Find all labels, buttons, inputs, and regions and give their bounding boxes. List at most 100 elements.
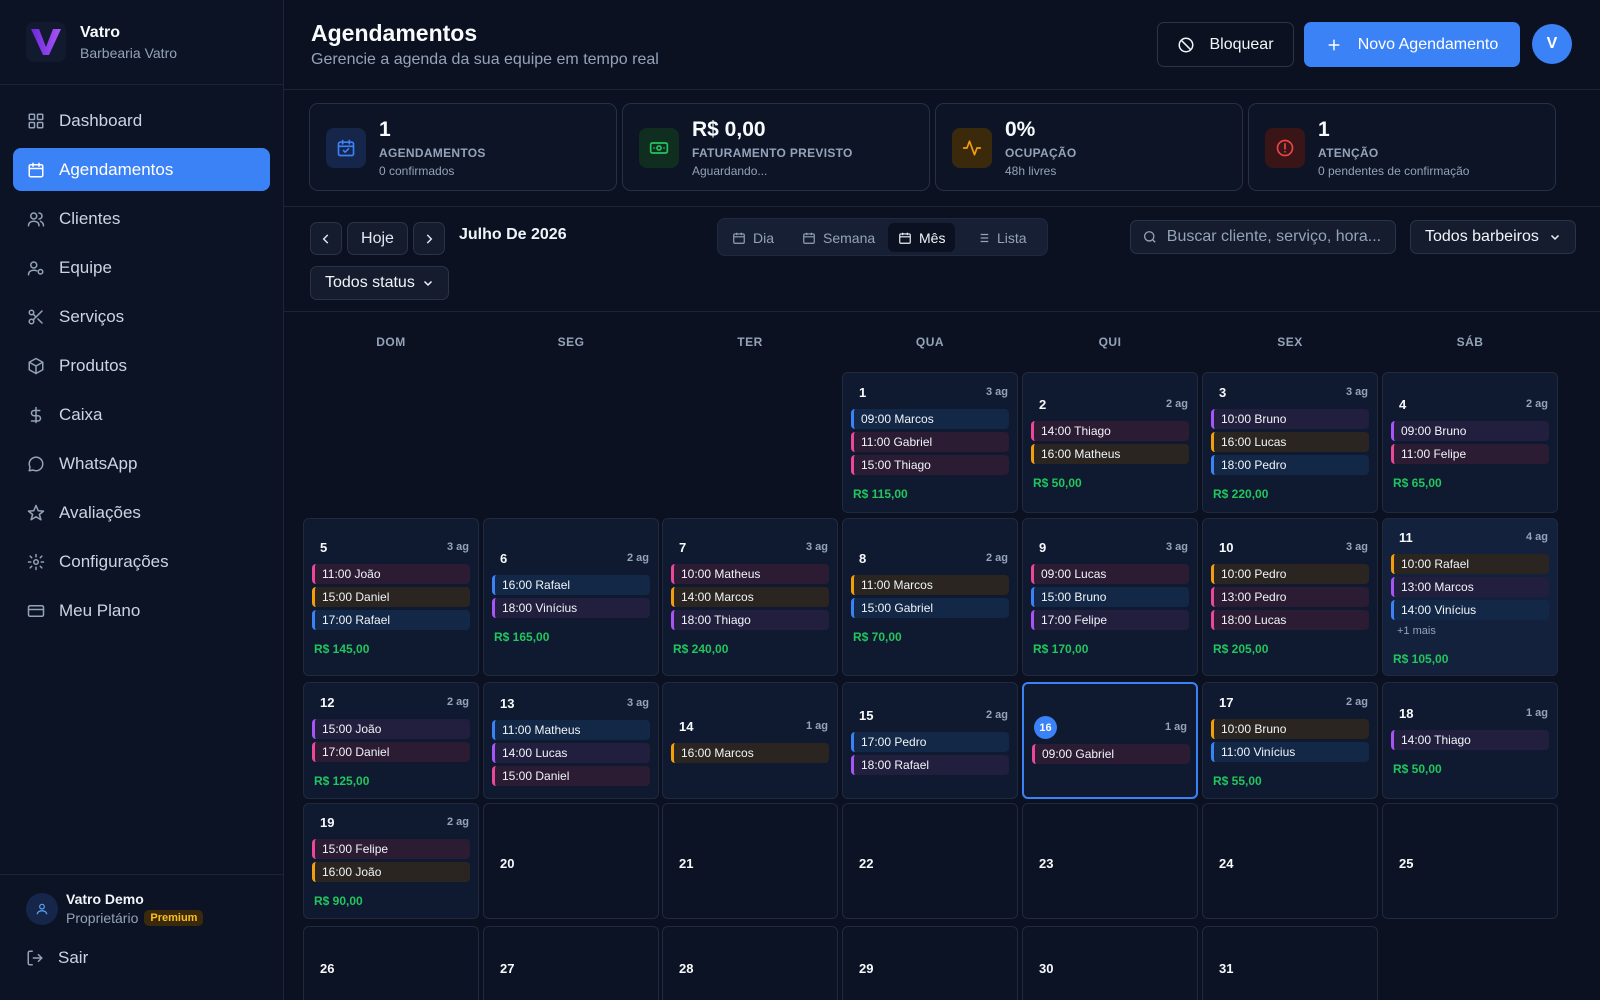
tab-week[interactable]: Semana — [792, 223, 885, 252]
appointment-chip[interactable]: 11:00 Vinícius — [1211, 742, 1369, 762]
user-profile[interactable]: Vatro Demo Proprietário Premium — [26, 891, 257, 926]
appointment-chip[interactable]: 17:00 Felipe — [1031, 610, 1189, 630]
sidebar-item-dashboard[interactable]: Dashboard — [13, 99, 270, 142]
search-field[interactable] — [1130, 220, 1396, 254]
calendar-day[interactable]: 7 3 ag 10:00 Matheus 14:00 Marcos 18:00 Thia… — [662, 518, 838, 676]
calendar-day[interactable]: 9 3 ag 09:00 Lucas 15:00 Bruno 17:00 Felipe R… — [1022, 518, 1198, 676]
appointment-chip[interactable]: 15:00 Daniel — [312, 587, 470, 607]
calendar-day[interactable]: 31 — [1202, 926, 1378, 1000]
appointment-chip[interactable]: 13:00 Marcos — [1391, 577, 1549, 597]
appointment-chip[interactable]: 10:00 Rafael — [1391, 554, 1549, 574]
appointment-chip[interactable]: 16:00 João — [312, 862, 470, 882]
appointment-chip[interactable]: 16:00 Matheus — [1031, 444, 1189, 464]
appointment-chip[interactable]: 15:00 Felipe — [312, 839, 470, 859]
calendar-day[interactable]: 5 3 ag 11:00 João 15:00 Daniel 17:00 Rafael R… — [303, 518, 479, 676]
appointment-chip[interactable]: 09:00 Bruno — [1391, 421, 1549, 441]
status-filter-select[interactable]: Todos status — [310, 266, 449, 300]
calendar-day[interactable]: 15 2 ag 17:00 Pedro 18:00 Rafael — [842, 682, 1018, 799]
calendar-day[interactable]: 1 3 ag 09:00 Marcos 11:00 Gabriel 15:00 Thia… — [842, 372, 1018, 513]
sidebar-item-caixa[interactable]: Caixa — [13, 393, 270, 436]
calendar-day[interactable]: 30 — [1022, 926, 1198, 1000]
appointment-chip[interactable]: 17:00 Rafael — [312, 610, 470, 630]
calendar-day[interactable]: 19 2 ag 15:00 Felipe 16:00 João R$ 90,00 — [303, 803, 479, 919]
sidebar-item-equipe[interactable]: Equipe — [13, 246, 270, 289]
appointment-chip[interactable]: 18:00 Thiago — [671, 610, 829, 630]
appointment-chip[interactable]: 09:00 Marcos — [851, 409, 1009, 429]
calendar-day[interactable]: 2 2 ag 14:00 Thiago 16:00 Matheus R$ 50,00 — [1022, 372, 1198, 513]
calendar-day[interactable]: 20 — [483, 803, 659, 919]
tab-list[interactable]: Lista — [966, 223, 1037, 252]
calendar-day[interactable]: 10 3 ag 10:00 Pedro 13:00 Pedro 18:00 Lucas R… — [1202, 518, 1378, 676]
appointment-chip[interactable]: 14:00 Thiago — [1391, 730, 1549, 750]
appointment-chip[interactable]: 10:00 Bruno — [1211, 409, 1369, 429]
appointment-chip[interactable]: 11:00 Marcos — [851, 575, 1009, 595]
calendar-day[interactable]: 25 — [1382, 803, 1558, 919]
appointment-chip[interactable]: 13:00 Pedro — [1211, 587, 1369, 607]
account-avatar[interactable]: V — [1532, 24, 1572, 64]
calendar-day[interactable]: 28 — [662, 926, 838, 1000]
calendar-day[interactable]: 21 — [662, 803, 838, 919]
appointment-chip[interactable]: 15:00 Thiago — [851, 455, 1009, 475]
appointment-chip[interactable]: 11:00 Gabriel — [851, 432, 1009, 452]
appointment-chip[interactable]: 17:00 Pedro — [851, 732, 1009, 752]
search-input[interactable] — [1166, 228, 1384, 246]
calendar-day[interactable]: 3 3 ag 10:00 Bruno 16:00 Lucas 18:00 Pedro R$… — [1202, 372, 1378, 513]
appointment-chip[interactable]: 15:00 Gabriel — [851, 598, 1009, 618]
appointment-chip[interactable]: 15:00 João — [312, 719, 470, 739]
logout-button[interactable]: Sair — [26, 948, 257, 968]
calendar-day[interactable]: 4 2 ag 09:00 Bruno 11:00 Felipe R$ 65,00 — [1382, 372, 1558, 513]
appointment-chip[interactable]: 18:00 Rafael — [851, 755, 1009, 775]
today-button[interactable]: Hoje — [347, 222, 408, 255]
appointment-chip[interactable]: 15:00 Daniel — [492, 766, 650, 786]
appointment-chip[interactable]: 09:00 Lucas — [1031, 564, 1189, 584]
appointment-chip[interactable]: 10:00 Matheus — [671, 564, 829, 584]
appointment-chip[interactable]: 14:00 Thiago — [1031, 421, 1189, 441]
calendar-day[interactable]: 24 — [1202, 803, 1378, 919]
appointment-chip[interactable]: 15:00 Bruno — [1031, 587, 1189, 607]
calendar-day[interactable]: 11 4 ag 10:00 Rafael 13:00 Marcos 14:00 Viní… — [1382, 518, 1558, 676]
sidebar-item-configuracoes[interactable]: Configurações — [13, 540, 270, 583]
tab-month[interactable]: Mês — [888, 223, 956, 252]
calendar-day[interactable]: 17 2 ag 10:00 Bruno 11:00 Vinícius R$ 55,00 — [1202, 682, 1378, 799]
calendar-day[interactable]: 13 3 ag 11:00 Matheus 14:00 Lucas 15:00 Dani… — [483, 682, 659, 799]
appointment-chip[interactable]: 11:00 Felipe — [1391, 444, 1549, 464]
appointment-chip[interactable]: 14:00 Marcos — [671, 587, 829, 607]
calendar-day[interactable]: 22 — [842, 803, 1018, 919]
appointment-chip[interactable]: 11:00 Matheus — [492, 720, 650, 740]
tab-day[interactable]: Dia — [722, 223, 784, 252]
prev-month-button[interactable] — [310, 222, 342, 255]
calendar-day[interactable]: 26 — [303, 926, 479, 1000]
appointment-chip[interactable]: 18:00 Lucas — [1211, 610, 1369, 630]
appointment-chip[interactable]: 14:00 Lucas — [492, 743, 650, 763]
sidebar-item-whatsapp[interactable]: WhatsApp — [13, 442, 270, 485]
appointment-chip[interactable]: 18:00 Pedro — [1211, 455, 1369, 475]
appointment-chip[interactable]: 17:00 Daniel — [312, 742, 470, 762]
sidebar-item-agendamentos[interactable]: Agendamentos — [13, 148, 270, 191]
appointment-chip[interactable]: 14:00 Vinícius — [1391, 600, 1549, 620]
calendar-day[interactable]: 12 2 ag 15:00 João 17:00 Daniel R$ 125,00 — [303, 682, 479, 799]
appointment-chip[interactable]: 10:00 Pedro — [1211, 564, 1369, 584]
calendar-day[interactable]: 18 1 ag 14:00 Thiago R$ 50,00 — [1382, 682, 1558, 799]
appointment-chip[interactable]: 09:00 Gabriel — [1032, 744, 1190, 764]
appointment-chip[interactable]: 18:00 Vinícius — [492, 598, 650, 618]
appointment-chip[interactable]: 16:00 Marcos — [671, 743, 829, 763]
calendar-day[interactable]: 27 — [483, 926, 659, 1000]
more-appointments-link[interactable]: +1 mais — [1397, 625, 1436, 637]
calendar-day[interactable]: 29 — [842, 926, 1018, 1000]
appointment-chip[interactable]: 16:00 Lucas — [1211, 432, 1369, 452]
sidebar-item-clientes[interactable]: Clientes — [13, 197, 270, 240]
barber-filter-select[interactable]: Todos barbeiros — [1410, 220, 1576, 254]
calendar-day[interactable]: 23 — [1022, 803, 1198, 919]
calendar-day[interactable]: 6 2 ag 16:00 Rafael 18:00 Vinícius R$ 165,00 — [483, 518, 659, 676]
calendar-day[interactable]: 8 2 ag 11:00 Marcos 15:00 Gabriel R$ 70,00 — [842, 518, 1018, 676]
appointment-chip[interactable]: 11:00 João — [312, 564, 470, 584]
sidebar-item-produtos[interactable]: Produtos — [13, 344, 270, 387]
sidebar-item-servicos[interactable]: Serviços — [13, 295, 270, 338]
new-appointment-button[interactable]: Novo Agendamento — [1304, 22, 1520, 67]
block-button[interactable]: Bloquear — [1157, 22, 1294, 67]
next-month-button[interactable] — [413, 222, 445, 255]
sidebar-item-avaliacoes[interactable]: Avaliações — [13, 491, 270, 534]
appointment-chip[interactable]: 10:00 Bruno — [1211, 719, 1369, 739]
calendar-day[interactable]: 16 1 ag 09:00 Gabriel — [1022, 682, 1198, 799]
calendar-day[interactable]: 14 1 ag 16:00 Marcos — [662, 682, 838, 799]
